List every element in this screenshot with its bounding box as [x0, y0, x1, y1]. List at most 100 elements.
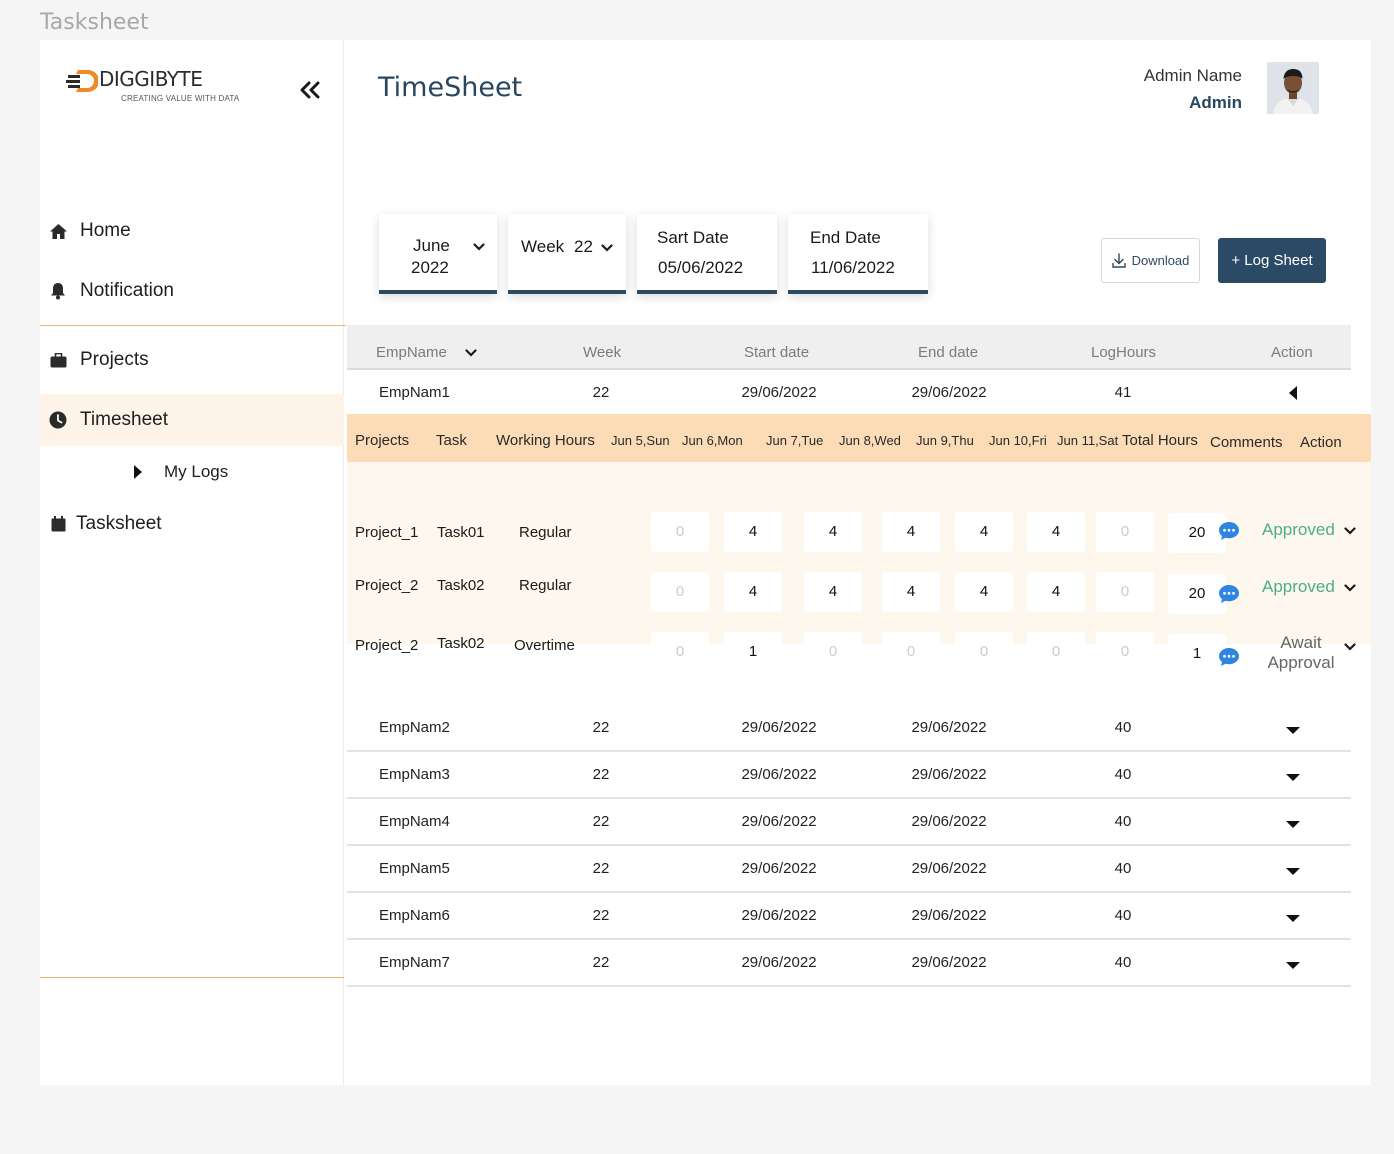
detail-col-comments: Comments — [1210, 434, 1283, 451]
sidebar-item-notification[interactable]: Notification — [40, 266, 344, 316]
hours-input[interactable]: 0 — [651, 632, 709, 672]
column-header-empname[interactable]: EmpName — [376, 325, 447, 370]
user-info: Admin Name Admin — [1144, 66, 1242, 113]
hours-input[interactable]: 4 — [804, 572, 862, 612]
week-cell: 22 — [592, 384, 610, 401]
hours-input[interactable]: 4 — [1027, 512, 1085, 552]
status-chevron-down-icon[interactable] — [1344, 527, 1356, 535]
comment-icon[interactable] — [1218, 584, 1240, 604]
month-selector[interactable]: June 2022 — [379, 214, 497, 294]
sort-chevron-down-icon[interactable] — [465, 349, 477, 357]
admin-name: Admin Name — [1143, 66, 1242, 85]
comment-icon[interactable] — [1218, 521, 1240, 541]
sidebar-item-projects[interactable]: Projects — [40, 335, 344, 385]
hours-input[interactable]: 4 — [724, 512, 782, 552]
home-icon — [48, 221, 68, 241]
expand-row-caret-down-icon[interactable] — [1285, 773, 1301, 782]
status-chevron-down-icon[interactable] — [1344, 643, 1356, 651]
hours-input[interactable]: 4 — [882, 512, 940, 552]
detail-col-day: Jun 6,Mon — [682, 433, 743, 448]
month-value: June — [413, 236, 450, 255]
sidebar-item-home[interactable]: Home — [40, 206, 344, 256]
loghours-cell: 40 — [1114, 766, 1132, 783]
chevron-down-icon — [601, 244, 613, 252]
table-row[interactable]: EmpNam1 22 29/06/2022 29/06/2022 41 — [347, 370, 1351, 415]
download-button[interactable]: Download — [1101, 238, 1200, 283]
hours-input[interactable]: 4 — [1027, 572, 1085, 612]
start-date-value: 05/06/2022 — [658, 258, 744, 277]
end-date-card[interactable]: End Date 11/06/2022 — [788, 214, 928, 294]
hours-input[interactable]: 0 — [651, 572, 709, 612]
loghours-cell: 40 — [1114, 860, 1132, 877]
detail-col-total-hours: Total Hours — [1122, 432, 1198, 449]
week-selector[interactable]: Week 22 — [508, 214, 626, 294]
collapse-sidebar-button[interactable] — [296, 76, 324, 104]
start-date-cell: 29/06/2022 — [741, 719, 817, 736]
download-icon — [1111, 253, 1126, 268]
sidebar-item-label: Projects — [80, 349, 149, 370]
expand-row-caret-down-icon[interactable] — [1285, 726, 1301, 735]
hours-input[interactable]: 0 — [804, 632, 862, 672]
loghours-cell: 40 — [1114, 907, 1132, 924]
briefcase-icon — [48, 350, 68, 370]
sidebar: DIGGIBYTE CREATING VALUE WITH DATA Home … — [40, 40, 346, 1085]
hours-input[interactable]: 0 — [1027, 632, 1085, 672]
hours-input[interactable]: 1 — [724, 632, 782, 672]
hours-input[interactable]: 4 — [882, 572, 940, 612]
week-cell: 22 — [592, 954, 610, 971]
emp-name: EmpNam7 — [379, 954, 450, 971]
task-cell: Task02 — [437, 635, 485, 652]
page-title: TimeSheet — [378, 72, 523, 103]
loghours-cell: 41 — [1114, 384, 1132, 401]
table-row[interactable]: EmpNam2 22 29/06/2022 29/06/2022 40 — [347, 705, 1351, 752]
avatar[interactable] — [1267, 62, 1319, 114]
detail-col-action: Action — [1300, 434, 1342, 451]
hours-input[interactable]: 4 — [724, 572, 782, 612]
start-date-card[interactable]: Sart Date 05/06/2022 — [637, 214, 777, 294]
hours-input[interactable]: 0 — [1096, 632, 1154, 672]
week-cell: 22 — [592, 860, 610, 877]
frame-label: Tasksheet — [40, 10, 149, 35]
table-row[interactable]: EmpNam6 22 29/06/2022 29/06/2022 40 — [347, 893, 1351, 940]
status-approved: Approved — [1262, 520, 1335, 539]
expand-row-caret-down-icon[interactable] — [1285, 820, 1301, 829]
hours-input[interactable]: 0 — [1096, 572, 1154, 612]
hours-input[interactable]: 4 — [955, 512, 1013, 552]
week-label: Week — [521, 237, 565, 256]
table-row[interactable]: EmpNam4 22 29/06/2022 29/06/2022 40 — [347, 799, 1351, 846]
start-date-cell: 29/06/2022 — [741, 813, 817, 830]
sidebar-divider — [40, 325, 346, 326]
week-value: 22 — [574, 237, 593, 256]
detail-col-task: Task — [436, 432, 467, 449]
sidebar-item-tasksheet[interactable]: Tasksheet — [40, 499, 344, 549]
start-date-cell: 29/06/2022 — [741, 384, 817, 401]
sidebar-subitem-my-logs[interactable]: My Logs — [40, 447, 344, 497]
detail-col-day: Jun 11,Sat — [1057, 433, 1119, 448]
table-row[interactable]: EmpNam3 22 29/06/2022 29/06/2022 40 — [347, 752, 1351, 799]
sidebar-item-timesheet[interactable]: Timesheet — [40, 394, 344, 446]
column-header-start-date: Start date — [744, 344, 810, 361]
year-value: 2022 — [411, 258, 449, 277]
status-chevron-down-icon[interactable] — [1344, 584, 1356, 592]
collapse-row-caret-left-icon[interactable] — [1288, 385, 1298, 401]
emp-name: EmpNam1 — [379, 384, 450, 401]
table-row[interactable]: EmpNam5 22 29/06/2022 29/06/2022 40 — [347, 846, 1351, 893]
admin-role: Admin — [1189, 93, 1242, 112]
hours-input[interactable]: 0 — [882, 632, 940, 672]
hours-input[interactable]: 0 — [955, 632, 1013, 672]
comment-icon[interactable] — [1218, 647, 1240, 667]
detail-col-day: Jun 10,Fri — [989, 433, 1047, 448]
hours-input[interactable]: 4 — [955, 572, 1013, 612]
expand-row-caret-down-icon[interactable] — [1285, 867, 1301, 876]
end-date-cell: 29/06/2022 — [911, 719, 987, 736]
expand-row-caret-down-icon[interactable] — [1285, 914, 1301, 923]
expand-row-caret-down-icon[interactable] — [1285, 961, 1301, 970]
start-date-cell: 29/06/2022 — [741, 860, 817, 877]
end-date-cell: 29/06/2022 — [911, 907, 987, 924]
hours-input[interactable]: 0 — [651, 512, 709, 552]
detail-col-day: Jun 7,Tue — [766, 433, 824, 448]
hours-input[interactable]: 0 — [1096, 512, 1154, 552]
hours-input[interactable]: 4 — [804, 512, 862, 552]
table-row[interactable]: EmpNam7 22 29/06/2022 29/06/2022 40 — [347, 940, 1351, 987]
log-sheet-button[interactable]: + Log Sheet — [1218, 238, 1326, 283]
